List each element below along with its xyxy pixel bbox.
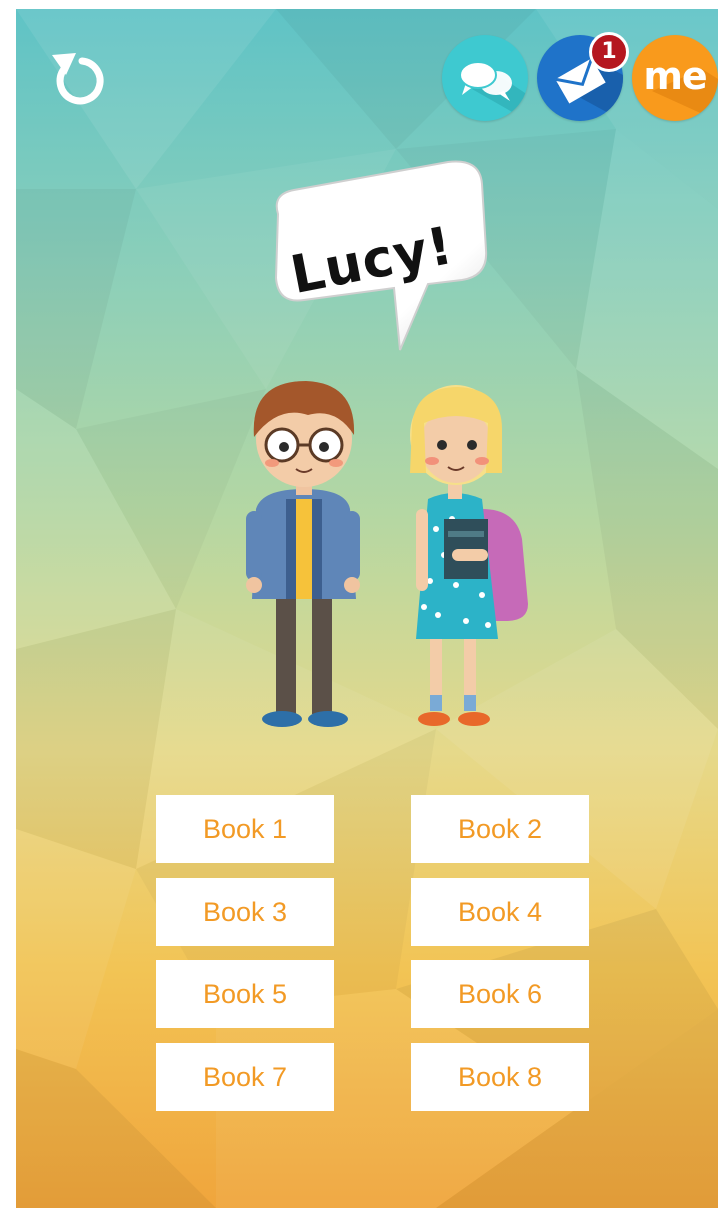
book-3-button[interactable]: Book 3 (156, 878, 334, 946)
children-illustration (246, 381, 528, 727)
book-5-button[interactable]: Book 5 (156, 960, 334, 1028)
book-2-button[interactable]: Book 2 (411, 795, 589, 863)
book-7-button[interactable]: Book 7 (156, 1043, 334, 1111)
girl-figure (410, 385, 528, 726)
me-label: me (643, 54, 707, 98)
boy-figure (246, 381, 360, 727)
app-screen: me 1 Lucy! Book 1 Book 2 Book 3 Book 4 B… (16, 9, 718, 1208)
refresh-icon[interactable] (44, 43, 116, 115)
chat-button[interactable] (442, 35, 528, 121)
chat-bubbles-icon (459, 61, 528, 121)
me-profile-button[interactable]: me (632, 35, 718, 121)
book-4-button[interactable]: Book 4 (411, 878, 589, 946)
book-6-button[interactable]: Book 6 (411, 960, 589, 1028)
book-1-button[interactable]: Book 1 (156, 795, 334, 863)
book-8-button[interactable]: Book 8 (411, 1043, 589, 1111)
mail-count-badge: 1 (589, 32, 629, 72)
